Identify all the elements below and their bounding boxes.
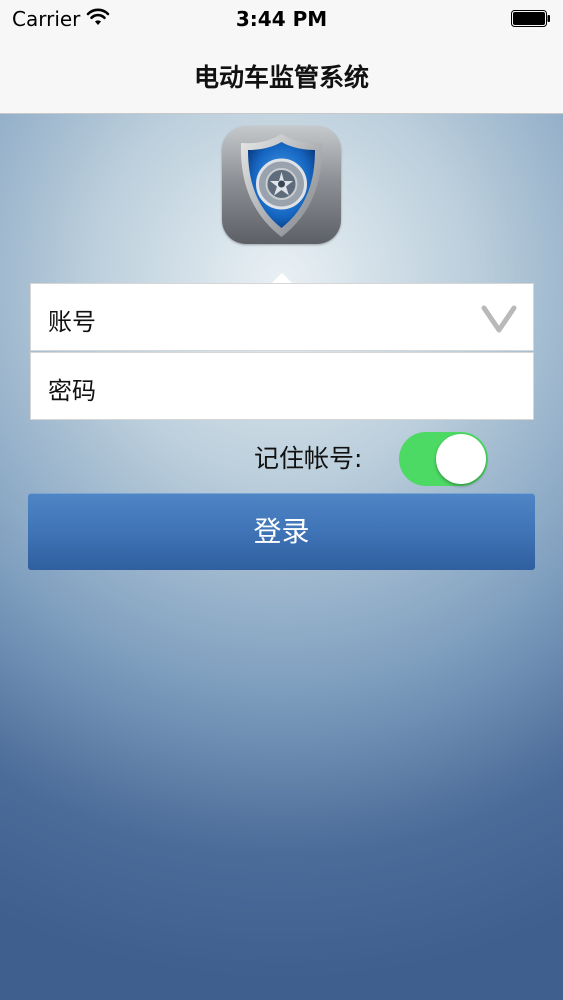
account-field[interactable]: 账号 (30, 283, 534, 351)
page-title: 电动车监管系统 (193, 63, 369, 92)
password-input[interactable]: 密码 (48, 371, 96, 406)
toggle-knob[interactable] (436, 434, 486, 484)
chevron-down-icon[interactable] (481, 300, 517, 336)
remember-account-label: 记住帐号: (254, 444, 363, 473)
login-button[interactable]: 登录 (28, 493, 535, 570)
shield-wheel-logo-icon (222, 126, 341, 244)
password-field[interactable]: 密码 (30, 352, 534, 420)
remember-account-toggle[interactable] (399, 432, 488, 486)
status-time: 3:44 PM (235, 7, 328, 31)
account-input[interactable]: 账号 (48, 302, 96, 337)
status-bar: Carrier 3:44 PM (0, 0, 563, 40)
battery-icon (511, 10, 550, 27)
form-pointer-caret (272, 273, 292, 283)
navigation-bar: 电动车监管系统 (0, 40, 563, 114)
